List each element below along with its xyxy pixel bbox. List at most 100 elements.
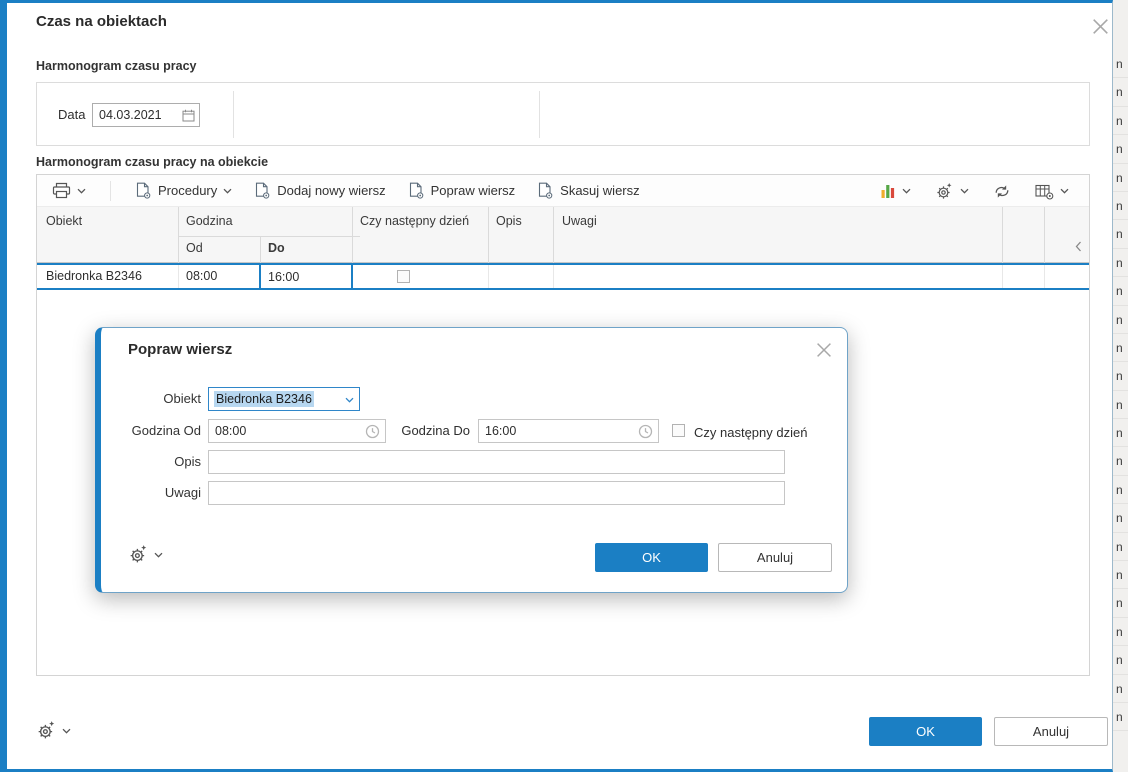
ok-button[interactable]: OK (869, 717, 982, 746)
schedule-section-title: Harmonogram czasu pracy (36, 59, 197, 73)
col-header-uwagi[interactable]: Uwagi (562, 214, 597, 228)
cell-obiekt: Biedronka B2346 (46, 269, 142, 283)
document-gear-icon (409, 182, 423, 199)
modal-settings-button[interactable] (128, 544, 163, 565)
column-divider (553, 207, 554, 263)
document-gear-icon (256, 182, 270, 199)
document-gear-icon (539, 182, 553, 199)
col-header-opis[interactable]: Opis (496, 214, 522, 228)
date-value: 04.03.2021 (99, 108, 162, 122)
table-header: Obiekt Godzina Od Do Czy następny dzień … (37, 207, 1089, 263)
cell-od: 08:00 (186, 269, 218, 283)
column-divider (488, 207, 489, 263)
toolbar-separator (110, 180, 111, 201)
cell-do-value: 16:00 (268, 269, 300, 284)
dialog-title: Czas na obiektach (36, 13, 167, 30)
chevron-down-icon (902, 188, 911, 194)
cell-divider (1044, 265, 1045, 288)
procedury-label: Procedury (158, 183, 218, 198)
next-day-checkbox[interactable] (397, 270, 410, 283)
col-header-do[interactable]: Do (268, 241, 285, 255)
schedule-panel: Data 04.03.2021 (36, 82, 1090, 146)
delete-row-button[interactable]: Skasuj wiersz (531, 178, 645, 204)
cancel-button[interactable]: Anuluj (994, 717, 1108, 746)
close-icon[interactable] (1088, 14, 1112, 38)
col-header-od[interactable]: Od (186, 241, 203, 255)
godzina-do-input[interactable] (479, 420, 658, 442)
cell-divider (178, 265, 179, 288)
calendar-icon (182, 109, 195, 122)
next-day-checkbox[interactable] (672, 424, 685, 437)
chevron-down-icon (62, 728, 71, 734)
cell-divider (1002, 265, 1003, 288)
chevron-down-icon (345, 397, 354, 403)
gear-icon (937, 182, 952, 199)
godzina-od-input-wrap (208, 419, 386, 443)
obiekt-combo[interactable]: Biedronka B2346 (208, 387, 360, 411)
opis-input-wrap (208, 450, 785, 474)
obiekt-combo-value: Biedronka B2346 (214, 391, 314, 407)
chevron-down-icon (154, 552, 163, 558)
chevron-down-icon (960, 188, 969, 194)
document-gear-icon (136, 182, 151, 199)
bar-chart-icon (881, 185, 895, 198)
edit-row-label: Popraw wiersz (430, 183, 516, 198)
collapse-panel-icon[interactable] (1073, 239, 1084, 254)
col-header-obiekt[interactable]: Obiekt (46, 214, 82, 228)
date-input[interactable]: 04.03.2021 (92, 103, 200, 127)
uwagi-input[interactable] (209, 482, 784, 504)
add-row-label: Dodaj nowy wiersz (277, 183, 386, 198)
modal-close-icon[interactable] (813, 339, 835, 361)
background-window-strip: nnnnnnnnnnnnnnnnnnnnnnnn (1113, 0, 1128, 772)
refresh-button[interactable] (987, 180, 1017, 203)
obiekt-label: Obiekt (163, 391, 201, 406)
grid-gear-icon (1035, 184, 1054, 200)
modal-cancel-button[interactable]: Anuluj (718, 543, 832, 572)
gear-icon (130, 545, 147, 563)
godzina-do-label: Godzina Do (401, 423, 470, 438)
opis-label: Opis (174, 454, 201, 469)
delete-row-label: Skasuj wiersz (560, 183, 640, 198)
next-day-label: Czy następny dzień (694, 425, 808, 440)
layout-button[interactable] (1029, 179, 1075, 204)
uwagi-label: Uwagi (164, 485, 201, 500)
modal-ok-button[interactable]: OK (595, 543, 708, 572)
procedury-button[interactable]: Procedury (129, 178, 238, 204)
column-divider (260, 237, 261, 263)
column-divider (1044, 207, 1045, 263)
column-divider (1002, 207, 1003, 263)
add-row-button[interactable]: Dodaj nowy wiersz (248, 178, 391, 204)
popraw-wiersz-dialog: Popraw wiersz Obiekt Biedronka B2346 God… (95, 327, 848, 593)
uwagi-input-wrap (208, 481, 785, 505)
column-divider (352, 207, 353, 263)
chart-button[interactable] (874, 179, 917, 203)
date-label: Data (58, 107, 86, 122)
chevron-down-icon (1060, 188, 1069, 194)
cell-do-focused[interactable]: 16:00 (259, 263, 353, 290)
header-divider (178, 236, 360, 237)
edit-row-button[interactable]: Popraw wiersz (402, 178, 522, 204)
modal-title: Popraw wiersz (128, 341, 233, 358)
grid-section-title: Harmonogram czasu pracy na obiekcie (36, 155, 269, 169)
column-divider (178, 207, 179, 263)
panel-divider (233, 91, 234, 138)
footer-settings-button[interactable] (36, 720, 71, 741)
chevron-down-icon (223, 188, 232, 194)
table-row[interactable]: Biedronka B2346 08:00 16:00 (37, 263, 1089, 290)
settings-button[interactable] (929, 178, 975, 205)
cell-divider (488, 265, 489, 288)
col-header-godzina[interactable]: Godzina (186, 214, 233, 228)
chevron-down-icon (77, 188, 86, 194)
panel-divider (539, 91, 540, 138)
printer-icon (52, 182, 71, 199)
gear-icon (38, 721, 55, 739)
godzina-od-input[interactable] (209, 420, 385, 442)
col-header-next-day[interactable]: Czy następny dzień (360, 214, 469, 228)
refresh-icon (995, 184, 1009, 198)
grid-toolbar: Procedury Dodaj nowy wiersz Popraw wiers… (37, 175, 1089, 207)
cell-divider (553, 265, 554, 288)
godzina-do-input-wrap (478, 419, 659, 443)
godzina-od-label: Godzina Od (131, 423, 201, 438)
print-button[interactable] (46, 178, 92, 203)
opis-input[interactable] (209, 451, 784, 473)
